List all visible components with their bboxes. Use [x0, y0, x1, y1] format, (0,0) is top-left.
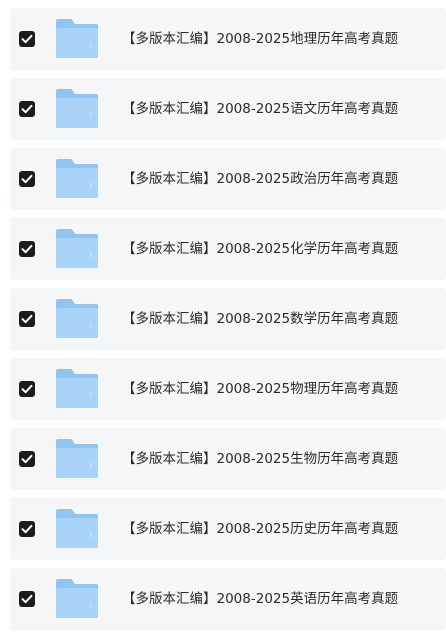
checkbox-checked[interactable] — [19, 171, 35, 187]
file-name[interactable]: 【多版本汇编】2008-2025物理历年高考真题 — [122, 358, 398, 420]
file-row[interactable]: 【多版本汇编】2008-2025数学历年高考真题 — [10, 288, 446, 350]
file-name[interactable]: 【多版本汇编】2008-2025政治历年高考真题 — [122, 148, 398, 210]
file-row[interactable]: 【多版本汇编】2008-2025生物历年高考真题 — [10, 428, 446, 490]
checkbox-checked[interactable] — [19, 521, 35, 537]
file-row[interactable]: 【多版本汇编】2008-2025化学历年高考真题 — [10, 218, 446, 280]
checkbox-checked[interactable] — [19, 241, 35, 257]
file-row[interactable]: 【多版本汇编】2008-2025英语历年高考真题 — [10, 568, 446, 630]
file-name[interactable]: 【多版本汇编】2008-2025生物历年高考真题 — [122, 428, 398, 490]
file-list: 【多版本汇编】2008-2025地理历年高考真题 【多版本汇编】2008-202… — [0, 0, 446, 640]
file-name[interactable]: 【多版本汇编】2008-2025语文历年高考真题 — [122, 78, 398, 140]
file-name[interactable]: 【多版本汇编】2008-2025数学历年高考真题 — [122, 288, 398, 350]
checkbox-checked[interactable] — [19, 311, 35, 327]
file-row[interactable]: 【多版本汇编】2008-2025政治历年高考真题 — [10, 148, 446, 210]
folder-icon — [54, 158, 100, 200]
checkbox-checked[interactable] — [19, 101, 35, 117]
file-name[interactable]: 【多版本汇编】2008-2025化学历年高考真题 — [122, 218, 398, 280]
file-row[interactable]: 【多版本汇编】2008-2025地理历年高考真题 — [10, 8, 446, 70]
file-name[interactable]: 【多版本汇编】2008-2025英语历年高考真题 — [122, 568, 398, 630]
file-row[interactable]: 【多版本汇编】2008-2025物理历年高考真题 — [10, 358, 446, 420]
folder-icon — [54, 578, 100, 620]
file-name[interactable]: 【多版本汇编】2008-2025历史历年高考真题 — [122, 498, 398, 560]
file-name[interactable]: 【多版本汇编】2008-2025地理历年高考真题 — [122, 8, 398, 70]
checkbox-checked[interactable] — [19, 591, 35, 607]
folder-icon — [54, 438, 100, 480]
folder-icon — [54, 368, 100, 410]
folder-icon — [54, 298, 100, 340]
folder-icon — [54, 508, 100, 550]
folder-icon — [54, 88, 100, 130]
file-row[interactable]: 【多版本汇编】2008-2025语文历年高考真题 — [10, 78, 446, 140]
folder-icon — [54, 228, 100, 270]
folder-icon — [54, 18, 100, 60]
checkbox-checked[interactable] — [19, 381, 35, 397]
checkbox-checked[interactable] — [19, 451, 35, 467]
checkbox-checked[interactable] — [19, 31, 35, 47]
file-row[interactable]: 【多版本汇编】2008-2025历史历年高考真题 — [10, 498, 446, 560]
